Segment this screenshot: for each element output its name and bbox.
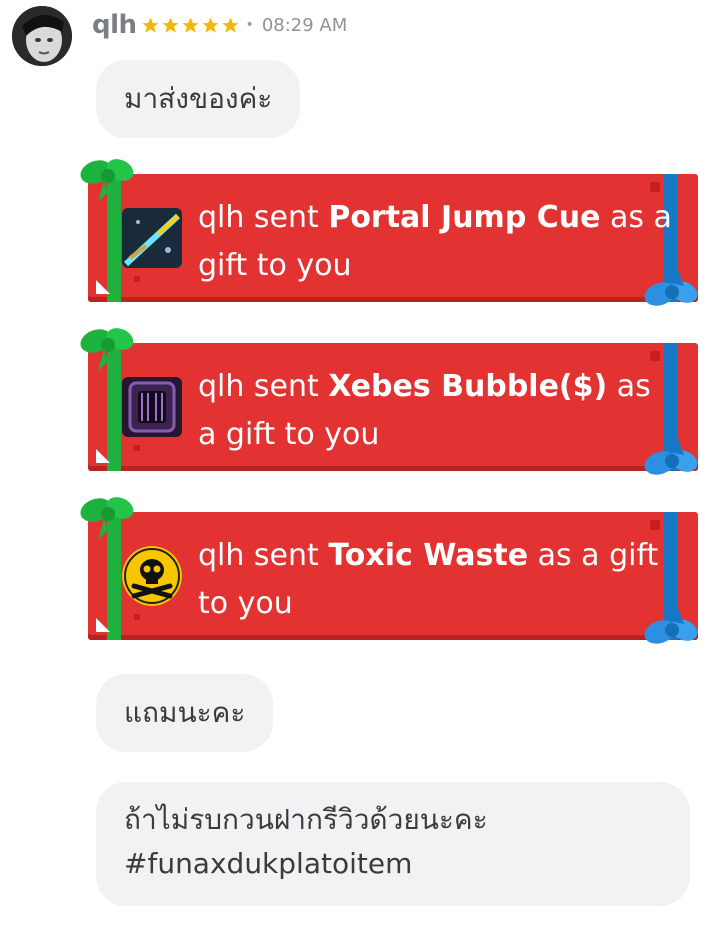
cue-icon (122, 208, 182, 268)
decor-square (134, 276, 140, 282)
avatar-face-icon (12, 6, 72, 66)
username[interactable]: qlh (92, 10, 137, 40)
star-icon (162, 17, 178, 33)
gift-text: qlh sent Toxic Waste as a gift to you (198, 532, 674, 628)
avatar[interactable] (12, 6, 72, 66)
chat-bubble-text: มาส่งของค่ะ (124, 82, 273, 115)
star-icon (142, 17, 158, 33)
gift-card[interactable]: qlh sent Xebes Bubble($) as a gift to yo… (80, 328, 698, 475)
star-icon (182, 17, 198, 33)
gift-item-name: Portal Jump Cue (328, 200, 601, 235)
message-header: qlh • 08:29 AM (92, 8, 347, 42)
star-icon (222, 17, 238, 33)
gift-card[interactable]: qlh sent Toxic Waste as a gift to you (80, 497, 698, 644)
chat-bubble-text: ถ้าไม่รบกวนฝากรีวิวด้วยนะคะ (124, 803, 488, 836)
chat-bubble[interactable]: มาส่งของค่ะ (96, 60, 301, 138)
gift-sender-text: qlh sent (198, 200, 329, 235)
decor-square (134, 445, 140, 451)
skull-crossbones-icon (122, 546, 182, 606)
green-bow-icon (80, 159, 134, 202)
decor-square (650, 351, 660, 361)
green-bow-icon (80, 328, 134, 371)
gift-text: qlh sent Portal Jump Cue as a gift to yo… (198, 194, 674, 290)
separator-dot: • (245, 17, 254, 33)
chat-bubble[interactable]: ถ้าไม่รบกวนฝากรีวิวด้วยนะคะ #funaxdukpla… (96, 782, 690, 906)
gift-sender-text: qlh sent (198, 538, 329, 573)
gift-card[interactable]: qlh sent Portal Jump Cue as a gift to yo… (80, 159, 698, 306)
hashtag-link[interactable]: #funaxdukplatoitem (124, 842, 662, 886)
chat-bubble-text: แถมนะคะ (124, 696, 246, 729)
gift-text: qlh sent Xebes Bubble($) as a gift to yo… (198, 363, 674, 459)
decor-square (650, 520, 660, 530)
rating-stars (141, 16, 240, 35)
bubble-frame-icon (122, 377, 182, 437)
chat-bubble[interactable]: แถมนะคะ (96, 674, 274, 752)
gift-sender-text: qlh sent (198, 369, 329, 404)
star-icon (202, 17, 218, 33)
decor-square (650, 182, 660, 192)
green-bow-icon (80, 497, 134, 540)
decor-square (134, 614, 140, 620)
gift-item-name: Xebes Bubble($) (328, 369, 608, 404)
gift-item-name: Toxic Waste (328, 538, 529, 573)
message-time: 08:29 AM (261, 14, 348, 36)
